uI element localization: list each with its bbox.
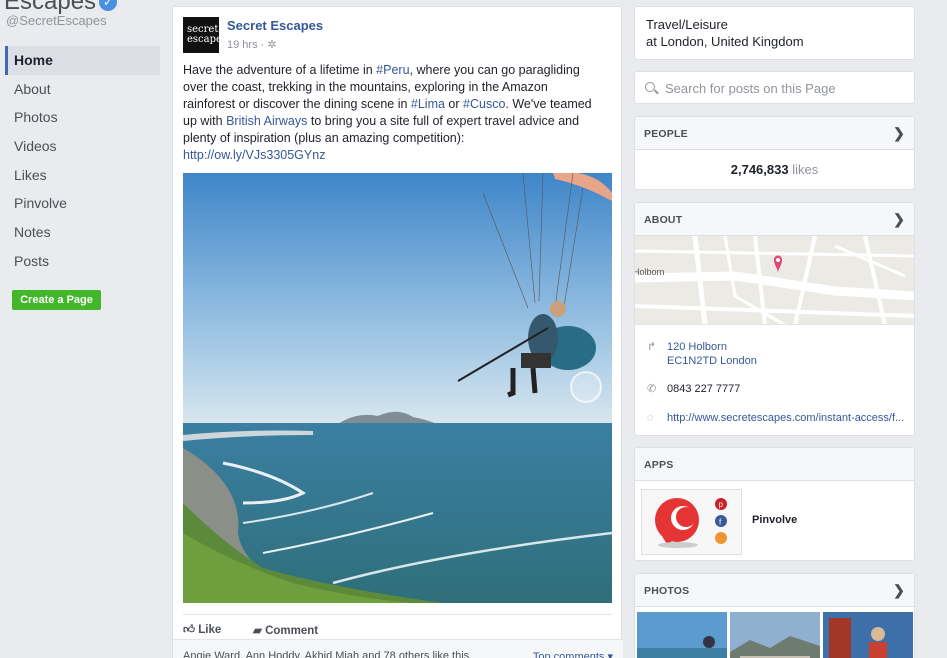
- people-header[interactable]: PEOPLE ❯: [635, 117, 914, 150]
- phone-row: ✆ 0843 227 7777: [647, 382, 740, 396]
- directions-arrow-icon: ↱: [647, 341, 657, 353]
- globe-icon: ◌: [647, 412, 654, 424]
- page-search-box: [634, 71, 915, 104]
- hashtag-peru-link[interactable]: #Peru: [376, 63, 409, 77]
- about-header[interactable]: ABOUT ❯: [635, 203, 914, 236]
- address-row: ↱ 120 Holborn EC1N2TD London: [647, 340, 757, 367]
- about-card: ABOUT ❯ Holborn ↱ 120 Holborn EC1N2TD Lon…: [634, 202, 915, 436]
- likes-summary-bar: Angie Ward, Ann Hoddy, Akhid Miah and 78…: [173, 639, 623, 658]
- website-row: ◌ http://www.secretescapes.com/instant-a…: [647, 411, 904, 425]
- address-text: 120 Holborn EC1N2TD London: [667, 340, 757, 368]
- pinvolve-logo-icon: p f: [642, 490, 741, 554]
- comment-button[interactable]: ▰ Comment: [253, 623, 318, 637]
- apps-card: APPS p f Pinvolve: [634, 447, 915, 561]
- likes-word: likes: [792, 162, 819, 177]
- like-button[interactable]: 👍︎ Like: [183, 623, 221, 637]
- post-timestamp[interactable]: 19 hrs: [227, 39, 258, 51]
- photo-thumbnail-image: [637, 612, 727, 658]
- photo-thumbnail-image: [823, 612, 913, 658]
- create-page-button[interactable]: Create a Page: [12, 290, 101, 310]
- location-map[interactable]: Holborn: [635, 236, 914, 325]
- globe-icon: ✲: [267, 39, 277, 51]
- photos-header[interactable]: PHOTOS ❯: [635, 574, 914, 607]
- thumbs-up-icon: 👍︎: [183, 624, 196, 636]
- nav-item-home[interactable]: Home: [5, 46, 160, 75]
- photo-thumbnail-image: [730, 612, 820, 658]
- british-airways-link[interactable]: British Airways: [226, 114, 307, 128]
- photos-card: PHOTOS ❯: [634, 573, 915, 658]
- phone-icon: ✆: [647, 383, 657, 395]
- verified-badge-icon: ✓: [99, 0, 118, 11]
- nav-item-likes[interactable]: Likes: [5, 161, 160, 190]
- page-nav: Home About Photos Videos Likes Pinvolve …: [5, 46, 160, 276]
- map-label-holborn: Holborn: [635, 267, 665, 277]
- post-photo[interactable]: [183, 173, 612, 603]
- hashtag-lima-link[interactable]: #Lima: [411, 97, 445, 111]
- avatar-logo-text: secret escapes: [187, 24, 228, 45]
- hashtag-cusco-link[interactable]: #Cusco: [463, 97, 505, 111]
- apps-header-label: APPS: [644, 459, 674, 471]
- top-comments-dropdown[interactable]: Top comments ▾: [533, 650, 613, 658]
- likes-summary-text[interactable]: Angie Ward, Ann Hoddy, Akhid Miah and 78…: [183, 650, 472, 658]
- photo-thumbnail[interactable]: [637, 612, 727, 658]
- likes-count: 2,746,833: [730, 162, 789, 177]
- app-name-pinvolve[interactable]: Pinvolve: [752, 514, 797, 526]
- nav-item-about[interactable]: About: [5, 75, 160, 104]
- nav-item-pinvolve[interactable]: Pinvolve: [5, 189, 160, 218]
- people-card: PEOPLE ❯ 2,746,833 likes: [634, 116, 915, 190]
- about-header-label: ABOUT: [644, 214, 683, 226]
- comment-label: Comment: [265, 625, 319, 637]
- page-category-card: Travel/Leisure at London, United Kingdom: [634, 6, 915, 60]
- post-card: secret escapes Secret Escapes 19 hrs · ✲…: [172, 6, 623, 658]
- nav-item-posts[interactable]: Posts: [5, 247, 160, 276]
- photo-thumbnail[interactable]: [730, 612, 820, 658]
- comment-bubble-icon: ▰: [253, 625, 262, 637]
- nav-item-notes[interactable]: Notes: [5, 218, 160, 247]
- phone-number: 0843 227 7777: [667, 383, 741, 395]
- svg-text:p: p: [719, 500, 724, 509]
- post-text-segment: Have the adventure of a lifetime in: [183, 63, 377, 77]
- like-label: Like: [198, 624, 222, 636]
- search-posts-input[interactable]: [665, 79, 905, 97]
- page-handle[interactable]: @SecretEscapes: [6, 13, 107, 28]
- post-text: Have the adventure of a lifetime in #Per…: [183, 62, 598, 164]
- pinvolve-app-thumbnail[interactable]: p f: [641, 489, 742, 555]
- page-location: at London, United Kingdom: [646, 34, 804, 49]
- chevron-right-icon[interactable]: ❯: [893, 125, 905, 142]
- likes-count-row: 2,746,833 likes: [635, 150, 914, 177]
- address-line1[interactable]: 120 Holborn: [667, 340, 757, 354]
- paraglider-photo-image: [183, 173, 612, 603]
- website-link[interactable]: http://www.secretescapes.com/instant-acc…: [667, 411, 904, 425]
- chevron-right-icon[interactable]: ❯: [893, 582, 905, 599]
- post-author[interactable]: Secret Escapes: [227, 18, 323, 33]
- address-line2[interactable]: EC1N2TD London: [667, 354, 757, 368]
- people-header-label: PEOPLE: [644, 128, 688, 140]
- photos-header-label: PHOTOS: [644, 585, 690, 597]
- post-avatar[interactable]: secret escapes: [183, 17, 227, 53]
- post-meta: 19 hrs · ✲: [227, 39, 277, 51]
- post-url-link[interactable]: http://ow.ly/VJs3305GYnz: [183, 148, 325, 162]
- nav-item-videos[interactable]: Videos: [5, 132, 160, 161]
- photo-thumbnail[interactable]: [823, 612, 913, 658]
- search-icon: [645, 82, 655, 92]
- page-category[interactable]: Travel/Leisure: [646, 16, 903, 33]
- post-text-segment: or: [444, 97, 464, 111]
- street-map-image: Holborn: [635, 236, 914, 324]
- chevron-right-icon[interactable]: ❯: [893, 211, 905, 228]
- apps-header: APPS: [635, 448, 914, 481]
- nav-item-photos[interactable]: Photos: [5, 103, 160, 132]
